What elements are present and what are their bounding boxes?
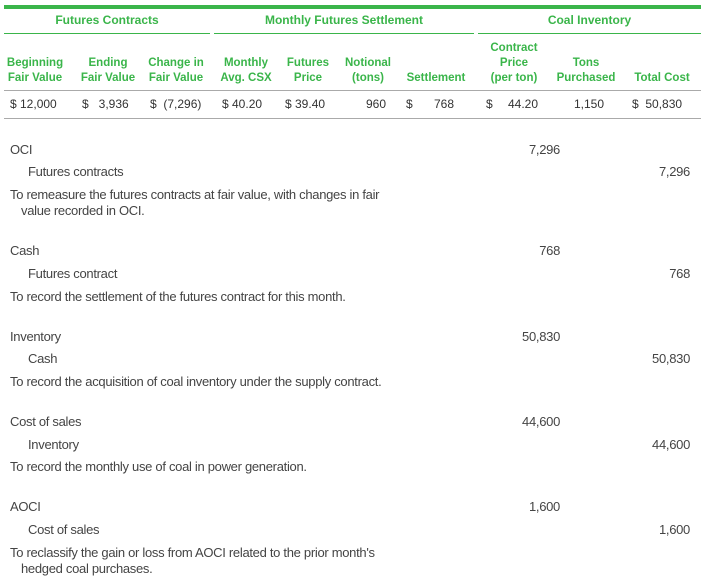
- entry-memo: To record the acquisition of coal invent…: [10, 374, 382, 389]
- col-header-tons-purchased: Tons Purchased: [556, 57, 616, 84]
- entry-memo: To record the monthly use of coal in pow…: [10, 459, 307, 474]
- debit-amount: 7,296: [528, 142, 560, 157]
- entry-memo-continued: value recorded in OCI.: [21, 203, 145, 218]
- credit-account: Cost of sales: [28, 522, 100, 537]
- credit-amount: 50,830: [652, 351, 690, 366]
- table-bottom-separator: [4, 118, 701, 119]
- col-header-total-cost: Total Cost: [634, 72, 690, 84]
- credit-amount: 44,600: [652, 437, 690, 452]
- value-settlement: 768: [433, 97, 454, 111]
- col-header-settlement: Settlement: [406, 72, 466, 84]
- entry-memo-continued: hedged coal purchases.: [21, 561, 153, 576]
- credit-account: Futures contracts: [28, 164, 124, 179]
- top-accent-bar: [4, 5, 701, 9]
- debit-account: Cash: [10, 243, 40, 258]
- col-header-contract-price: Contract Price (per ton): [490, 42, 538, 84]
- group-underline: [214, 33, 474, 34]
- debit-amount: 50,830: [522, 329, 560, 344]
- credit-amount: 768: [669, 266, 690, 281]
- debit-account: AOCI: [10, 499, 41, 514]
- group-header-futures-contracts: Futures Contracts: [55, 13, 159, 27]
- col-header-futures-price: Futures Price: [286, 57, 330, 84]
- col-header-change-fv: Change in Fair Value: [148, 57, 204, 84]
- credit-account: Cash: [28, 351, 58, 366]
- value-contract-price: 44.20: [507, 97, 538, 111]
- value-contract-price-currency: $: [486, 97, 493, 111]
- col-header-monthly-avg: Monthly Avg. CSX: [220, 57, 272, 84]
- debit-amount: 1,600: [528, 499, 560, 514]
- credit-account: Futures contract: [28, 266, 118, 281]
- group-underline: [4, 33, 210, 34]
- header-separator: [4, 90, 701, 91]
- value-notional: 960: [365, 97, 386, 111]
- debit-account: OCI: [10, 142, 33, 157]
- col-header-ending-fv: Ending Fair Value: [80, 57, 136, 84]
- debit-account: Inventory: [10, 329, 61, 344]
- credit-amount: 1,600: [658, 522, 690, 537]
- group-header-coal-inventory: Coal Inventory: [547, 13, 632, 27]
- credit-amount: 7,296: [658, 164, 690, 179]
- debit-amount: 768: [539, 243, 560, 258]
- group-header-monthly-settlement: Monthly Futures Settlement: [264, 13, 423, 27]
- value-total-cost: $ 50,830: [632, 97, 683, 111]
- col-header-notional: Notional (tons): [345, 57, 391, 84]
- debit-account: Cost of sales: [10, 414, 82, 429]
- entry-memo: To record the settlement of the futures …: [10, 289, 346, 304]
- debit-amount: 44,600: [522, 414, 560, 429]
- credit-account: Inventory: [28, 437, 79, 452]
- value-beginning-fv: $ 12,000: [10, 97, 57, 111]
- value-settlement-currency: $: [406, 97, 413, 111]
- value-futures-price: $ 39.40: [285, 97, 326, 111]
- value-change-fv: $ (7,296): [150, 97, 202, 111]
- value-tons-purchased: 1,150: [573, 97, 604, 111]
- value-monthly-avg: $ 40.20: [222, 97, 263, 111]
- value-ending-fv: $ 3,936: [82, 97, 129, 111]
- entry-memo: To reclassify the gain or loss from AOCI…: [10, 545, 375, 560]
- col-header-beginning-fv: Beginning Fair Value: [6, 57, 64, 84]
- group-underline: [478, 33, 701, 34]
- entry-memo: To remeasure the futures contracts at fa…: [10, 187, 380, 202]
